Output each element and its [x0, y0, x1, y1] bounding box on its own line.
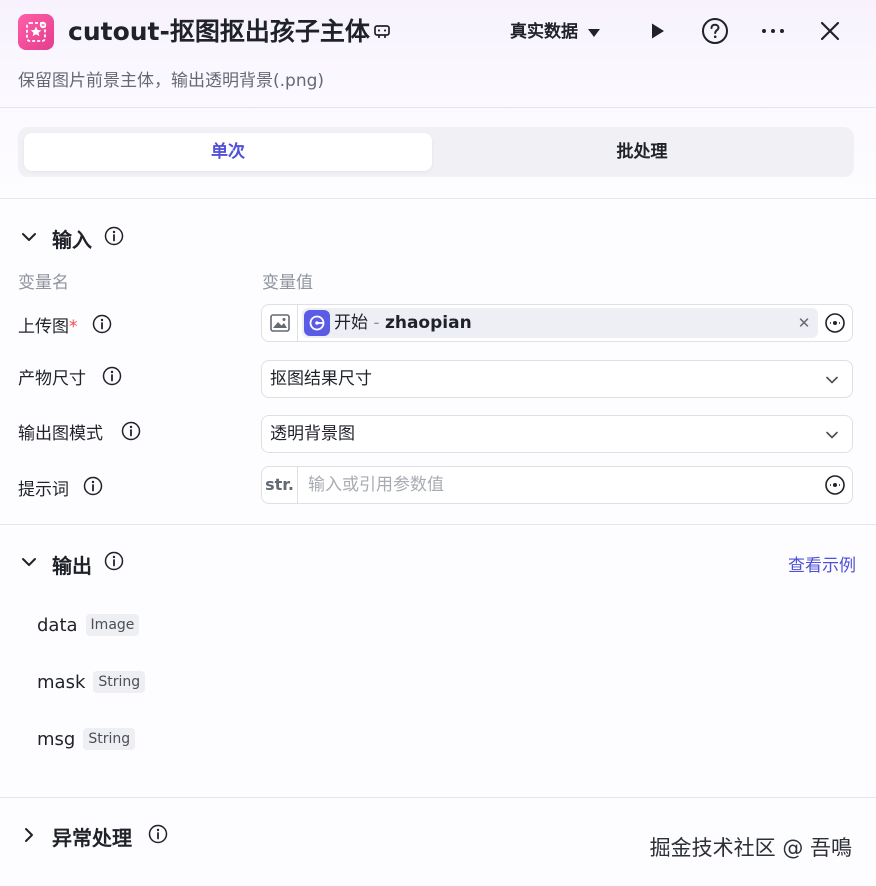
- run-button[interactable]: [642, 16, 672, 46]
- variable-icon[interactable]: [824, 474, 846, 496]
- divider: [0, 797, 876, 798]
- output-size-value: 抠图结果尺寸: [270, 369, 372, 389]
- reference-text: 开始 - zhaopian: [334, 313, 472, 333]
- output-size-select[interactable]: 抠图结果尺寸: [261, 360, 853, 398]
- output-mode-value: 透明背景图: [270, 424, 355, 444]
- param-label-upload-image: 上传图*: [18, 317, 78, 337]
- param-label-output-mode: 输出图模式: [18, 424, 103, 444]
- data-mode-dropdown[interactable]: 真实数据: [510, 18, 600, 46]
- play-icon: [652, 23, 664, 39]
- start-node-icon: [304, 310, 330, 336]
- column-header-value: 变量值: [262, 273, 313, 293]
- output-item: data Image: [37, 611, 140, 639]
- chevron-down-icon[interactable]: [20, 228, 38, 246]
- info-icon[interactable]: [102, 366, 122, 386]
- caret-down-icon: [588, 29, 600, 37]
- param-label-prompt: 提示词: [18, 480, 69, 500]
- info-icon[interactable]: [104, 226, 124, 246]
- panel-header: cutout-抠图抠出孩子主体 真实数据 保留图片前景主体，输出透明背景(.pn…: [0, 0, 876, 108]
- more-icon: [762, 29, 784, 33]
- variable-icon[interactable]: [824, 312, 846, 334]
- string-type-badge: str.: [262, 467, 298, 503]
- image-type-cell: [262, 305, 298, 341]
- chevron-right-icon[interactable]: [20, 826, 38, 844]
- chevron-down-icon[interactable]: [20, 553, 38, 571]
- required-mark: *: [69, 317, 78, 337]
- error-section-title: 异常处理: [52, 826, 132, 850]
- image-icon: [269, 314, 290, 332]
- help-icon: [702, 18, 728, 44]
- app-icon: [18, 14, 54, 50]
- info-icon[interactable]: [83, 476, 103, 496]
- output-name: mask: [37, 671, 86, 693]
- watermark: 掘金技术社区 @ 吾鳴: [649, 836, 852, 860]
- upload-image-field[interactable]: 开始 - zhaopian ✕: [261, 304, 853, 342]
- more-button[interactable]: [758, 16, 788, 46]
- input-section-title: 输入: [52, 228, 92, 252]
- tab-single[interactable]: 单次: [24, 133, 432, 171]
- chevron-down-icon: [826, 376, 838, 384]
- output-type-tag: Image: [85, 614, 140, 636]
- chevron-down-icon: [826, 431, 838, 439]
- output-name: data: [37, 614, 78, 636]
- debug-icon[interactable]: [372, 22, 392, 42]
- prompt-input[interactable]: [308, 467, 808, 503]
- help-button[interactable]: [700, 16, 730, 46]
- info-icon[interactable]: [104, 551, 124, 571]
- close-button[interactable]: [815, 16, 845, 46]
- view-example-link[interactable]: 查看示例: [788, 551, 856, 576]
- output-item: mask String: [37, 668, 146, 696]
- close-icon: [820, 21, 840, 41]
- output-item: msg String: [37, 725, 136, 753]
- node-test-panel: cutout-抠图抠出孩子主体 真实数据 保留图片前景主体，输出透明背景(.pn…: [0, 0, 876, 886]
- tab-batch[interactable]: 批处理: [436, 133, 848, 171]
- data-mode-label: 真实数据: [510, 22, 578, 42]
- remove-reference-icon[interactable]: ✕: [794, 313, 814, 333]
- output-section-title: 输出: [52, 554, 92, 578]
- info-icon[interactable]: [92, 314, 112, 334]
- run-mode-tabs: 单次 批处理: [18, 127, 854, 177]
- page-subtitle: 保留图片前景主体，输出透明背景(.png): [18, 71, 325, 91]
- info-icon[interactable]: [121, 421, 141, 441]
- divider: [0, 198, 876, 199]
- info-icon[interactable]: [148, 824, 168, 844]
- column-header-name: 变量名: [18, 273, 69, 293]
- output-type-tag: String: [83, 728, 136, 750]
- output-type-tag: String: [93, 671, 146, 693]
- param-label-output-size: 产物尺寸: [18, 369, 86, 389]
- divider: [0, 524, 876, 525]
- prompt-field[interactable]: str.: [261, 466, 853, 504]
- output-mode-select[interactable]: 透明背景图: [261, 415, 853, 453]
- variable-reference-chip[interactable]: 开始 - zhaopian ✕: [302, 308, 818, 338]
- page-title: cutout-抠图抠出孩子主体: [68, 17, 370, 46]
- output-name: msg: [37, 728, 76, 750]
